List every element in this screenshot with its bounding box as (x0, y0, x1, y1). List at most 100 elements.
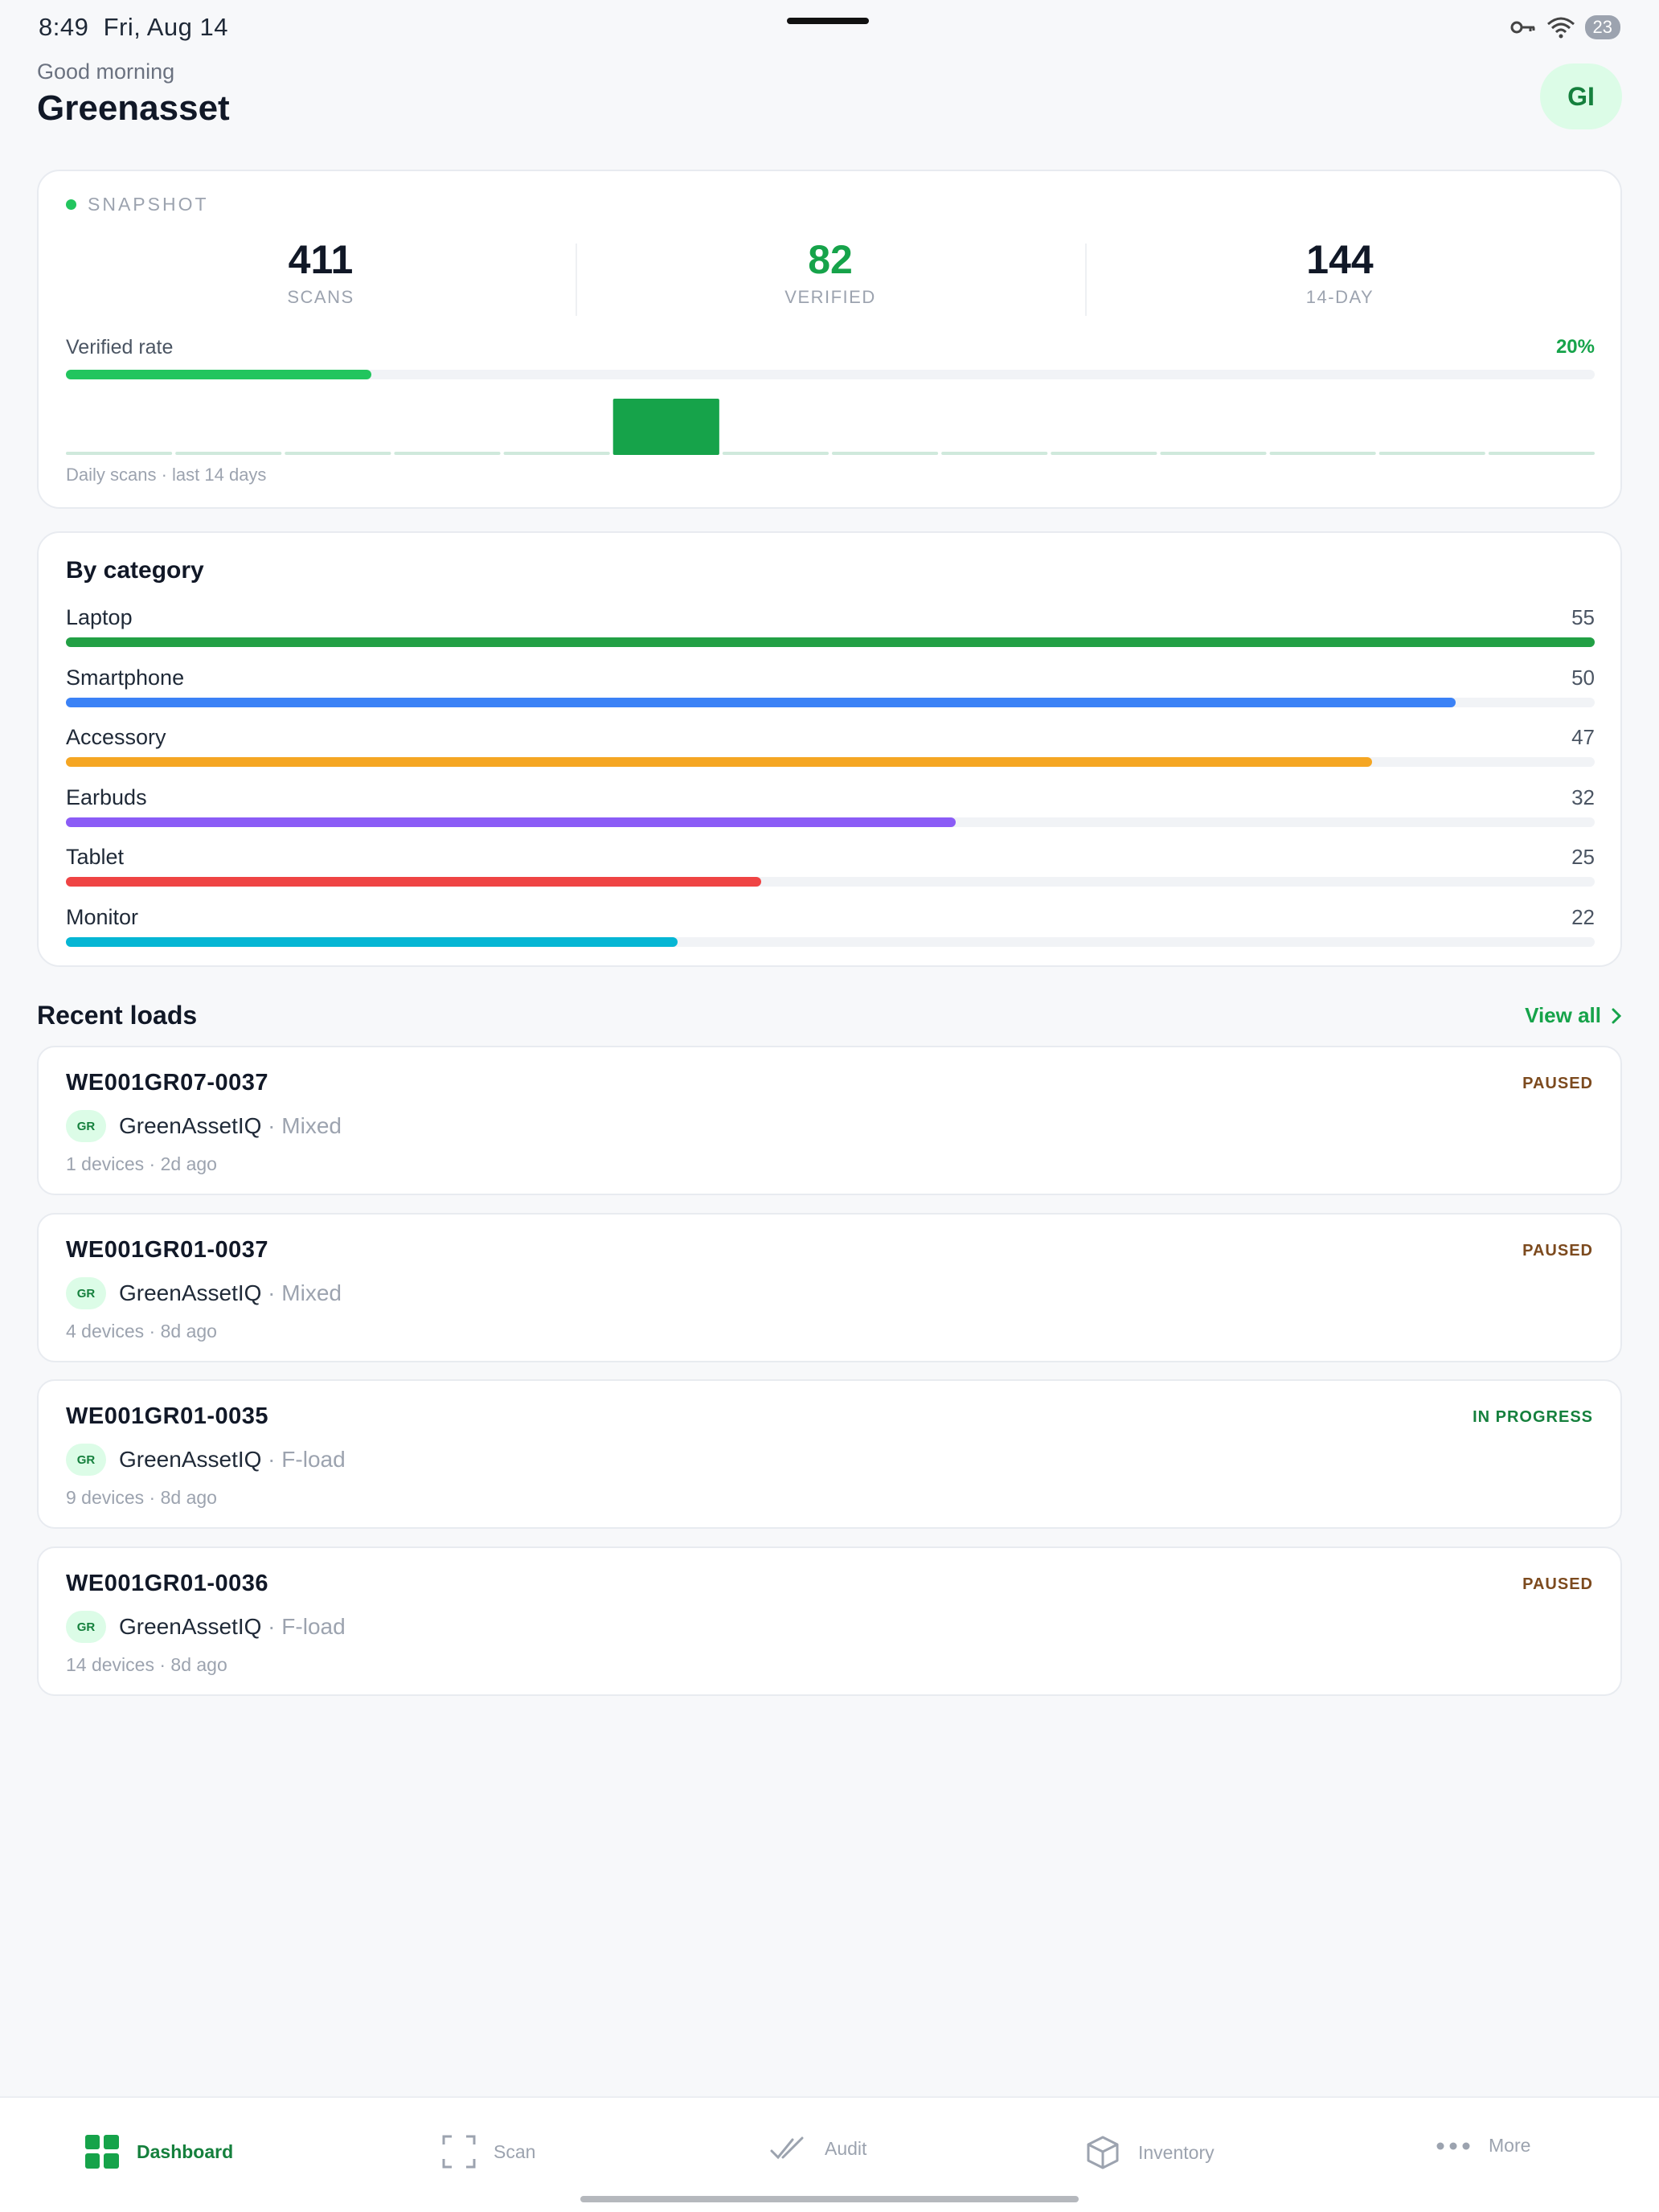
category-row: Monitor 22 (66, 905, 1595, 965)
nav-dashboard[interactable]: Dashboard (85, 2135, 233, 2169)
category-row: Laptop 55 (66, 605, 1595, 666)
category-name: Smartphone (66, 665, 185, 690)
load-card[interactable]: WE001GR01-0036 PAUSED GR GreenAssetIQ · … (37, 1546, 1622, 1696)
metric-verified: 82 VERIFIED (576, 236, 1085, 316)
category-name: Earbuds (66, 784, 147, 809)
nav-inventory[interactable]: Inventory (1085, 2135, 1215, 2170)
metric-scans: 411 SCANS (66, 236, 576, 316)
nav-label: Audit (825, 2137, 867, 2159)
sparkline-bar (1051, 452, 1157, 455)
category-count: 47 (1571, 725, 1595, 749)
category-list: Laptop 55 Smartphone 50 Accessory 47 Ear… (66, 605, 1595, 965)
load-card[interactable]: WE001GR07-0037 PAUSED GR GreenAssetIQ · … (37, 1046, 1622, 1195)
home-indicator[interactable] (580, 2196, 1079, 2202)
metric-label: SCANS (287, 287, 354, 307)
metric-label: VERIFIED (784, 287, 876, 307)
sparkline-bar (175, 452, 282, 455)
metric-value: 144 (1306, 237, 1374, 282)
sparkline-bar (1269, 452, 1376, 455)
sparkline-bar (394, 452, 501, 455)
load-type: F-load (281, 1447, 346, 1472)
greeting: Good morning (37, 59, 175, 84)
nav-label: Scan (494, 2140, 536, 2162)
status-badge: PAUSED (1522, 1575, 1593, 1593)
company-name: GreenAssetIQ (119, 1113, 262, 1138)
nav-scan[interactable]: Scan (442, 2135, 535, 2169)
category-name: Accessory (66, 725, 166, 749)
load-meta: GR GreenAssetIQ · F-load (66, 1611, 346, 1643)
load-id: WE001GR01-0037 (66, 1237, 269, 1263)
double-check-icon (770, 2136, 804, 2160)
snapshot-header: SNAPSHOT (66, 194, 209, 215)
nav-more[interactable]: More (1436, 2135, 1530, 2157)
nav-audit[interactable]: Audit (770, 2135, 866, 2162)
sparkline-bar (66, 452, 173, 455)
metric-value: 411 (288, 237, 354, 282)
load-type: Mixed (281, 1280, 342, 1305)
company-badge: GR (66, 1277, 106, 1309)
verified-rate-label: Verified rate (66, 336, 174, 358)
category-name: Laptop (66, 605, 133, 629)
sparkline-bar (1378, 452, 1485, 455)
category-card: By category Laptop 55 Smartphone 50 Acce… (37, 531, 1622, 967)
status-icons: 23 (1509, 13, 1620, 42)
camera-pill (787, 18, 869, 24)
category-bar (66, 757, 1373, 767)
wifi-icon (1546, 17, 1575, 39)
status-time: 8:49 Fri, Aug 14 (39, 13, 228, 42)
load-details: 1 devices · 2d ago (66, 1153, 217, 1174)
sparkline-bar (612, 399, 719, 455)
load-meta: GR GreenAssetIQ · Mixed (66, 1110, 342, 1142)
date: Fri, Aug 14 (103, 13, 228, 41)
load-type: Mixed (281, 1113, 342, 1138)
verified-rate-track (66, 370, 1595, 379)
snapshot-card: SNAPSHOT 411 SCANS 82 VERIFIED 144 14-DA… (37, 170, 1622, 509)
category-title: By category (66, 557, 204, 584)
category-count: 50 (1571, 665, 1595, 690)
category-track (66, 936, 1595, 947)
category-row: Smartphone 50 (66, 666, 1595, 726)
category-name: Monitor (66, 904, 139, 929)
load-details: 9 devices · 8d ago (66, 1487, 217, 1508)
grid-icon (85, 2135, 119, 2169)
category-name: Tablet (66, 845, 125, 869)
load-card[interactable]: WE001GR01-0035 IN PROGRESS GR GreenAsset… (37, 1379, 1622, 1529)
company-name: GreenAssetIQ (119, 1280, 262, 1305)
company-badge: GR (66, 1611, 106, 1643)
box-icon (1087, 2136, 1119, 2169)
nav-label: More (1489, 2135, 1531, 2156)
status-badge: PAUSED (1522, 1075, 1593, 1092)
scan-frame-icon (442, 2135, 476, 2169)
view-all-label: View all (1525, 1003, 1601, 1027)
avatar[interactable]: GI (1540, 63, 1622, 129)
company-badge: GR (66, 1444, 106, 1476)
metric-value: 82 (808, 237, 853, 282)
category-bar (66, 877, 761, 887)
load-type: F-load (281, 1614, 346, 1639)
verified-rate-fill (66, 370, 372, 379)
view-all-link[interactable]: View all (1525, 1003, 1622, 1028)
category-count: 22 (1571, 904, 1595, 929)
load-meta: GR GreenAssetIQ · F-load (66, 1444, 346, 1476)
bottom-nav: Dashboard Scan Audit Inventory More (0, 2096, 1659, 2212)
sparkline-bar (832, 452, 939, 455)
category-bar (66, 936, 678, 947)
load-card[interactable]: WE001GR01-0037 PAUSED GR GreenAssetIQ · … (37, 1213, 1622, 1362)
page-title: Greenasset (37, 88, 230, 128)
category-track (66, 817, 1595, 827)
load-meta: GR GreenAssetIQ · Mixed (66, 1277, 342, 1309)
live-dot-icon (66, 199, 76, 210)
vpn-key-icon (1510, 21, 1535, 34)
verified-rate-value: 20% (1555, 336, 1595, 358)
category-track (66, 877, 1595, 887)
sparkline-bar (503, 452, 610, 455)
sparkline-bar (1488, 452, 1595, 455)
category-count: 55 (1571, 605, 1595, 629)
load-details: 4 devices · 8d ago (66, 1321, 217, 1342)
metric-14-day: 144 14-DAY (1085, 236, 1595, 316)
load-id: WE001GR01-0036 (66, 1571, 269, 1596)
battery-indicator: 23 (1584, 15, 1620, 39)
category-row: Earbuds 32 (66, 785, 1595, 846)
status-bar: 8:49 Fri, Aug 14 23 (0, 0, 1659, 56)
category-track (66, 757, 1595, 767)
